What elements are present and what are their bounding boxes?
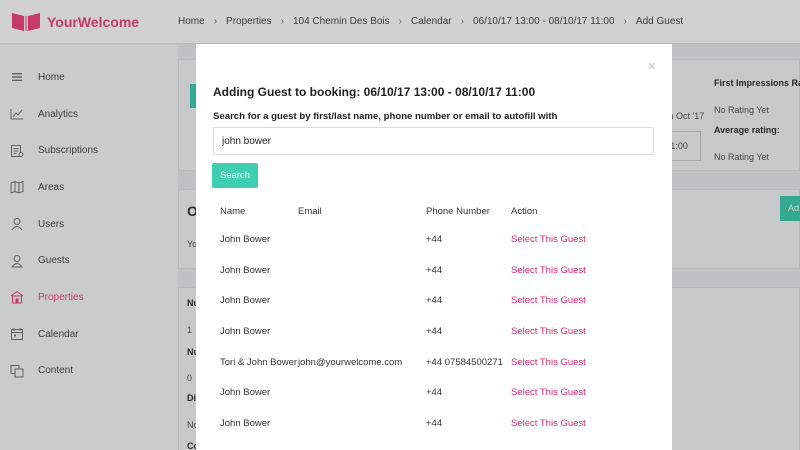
select-guest-link[interactable]: Select This Guest	[511, 326, 586, 337]
guest-name: John Bower	[220, 325, 271, 337]
select-guest-link[interactable]: Select This Guest	[511, 357, 586, 368]
select-guest-link[interactable]: Select This Guest	[511, 387, 586, 398]
guest-name: John Bower	[220, 417, 271, 429]
guest-phone: +44	[426, 387, 443, 399]
search-button[interactable]: Search	[212, 163, 258, 188]
close-icon[interactable]: ×	[647, 58, 656, 75]
guest-name: John Bower	[220, 295, 271, 307]
add-guest-modal: × Adding Guest to booking: 06/10/17 13:0…	[196, 44, 672, 450]
modal-title: Adding Guest to booking: 06/10/17 13:00 …	[213, 85, 536, 99]
column-header-phone: Phone Number	[426, 206, 490, 217]
select-guest-link[interactable]: Select This Guest	[511, 234, 586, 245]
table-row: Tori & John Bower john@yourwelcome.com +…	[213, 347, 654, 378]
guest-results-table: Name Email Phone Number Action John Bowe…	[213, 199, 654, 439]
guest-phone: +44	[426, 264, 443, 276]
table-row: John Bower +44 Select This Guest	[213, 377, 654, 408]
select-guest-link[interactable]: Select This Guest	[511, 265, 586, 276]
guest-search-input[interactable]	[213, 127, 654, 155]
column-header-email: Email	[298, 206, 322, 217]
table-row: John Bower +44 Select This Guest	[213, 224, 654, 255]
search-label: Search for a guest by first/last name, p…	[213, 111, 558, 122]
guest-name: John Bower	[220, 233, 271, 245]
guest-name: John Bower	[220, 387, 271, 399]
guest-phone: +44	[426, 233, 443, 245]
column-header-action: Action	[511, 206, 538, 217]
table-row: John Bower +44 Select This Guest	[213, 285, 654, 316]
table-row: John Bower +44 Select This Guest	[213, 408, 654, 439]
table-header: Name Email Phone Number Action	[213, 199, 654, 224]
guest-name: John Bower	[220, 264, 271, 276]
guest-email: john@yourwelcome.com	[298, 356, 403, 368]
guest-phone: +44 07584500271	[426, 356, 503, 368]
column-header-name: Name	[220, 206, 246, 217]
select-guest-link[interactable]: Select This Guest	[511, 418, 586, 429]
select-guest-link[interactable]: Select This Guest	[511, 295, 586, 306]
guest-phone: +44	[426, 295, 443, 307]
table-row: John Bower +44 Select This Guest	[213, 255, 654, 286]
guest-phone: +44	[426, 325, 443, 337]
guest-name: Tori & John Bower	[220, 356, 298, 368]
guest-phone: +44	[426, 417, 443, 429]
table-row: John Bower +44 Select This Guest	[213, 316, 654, 347]
